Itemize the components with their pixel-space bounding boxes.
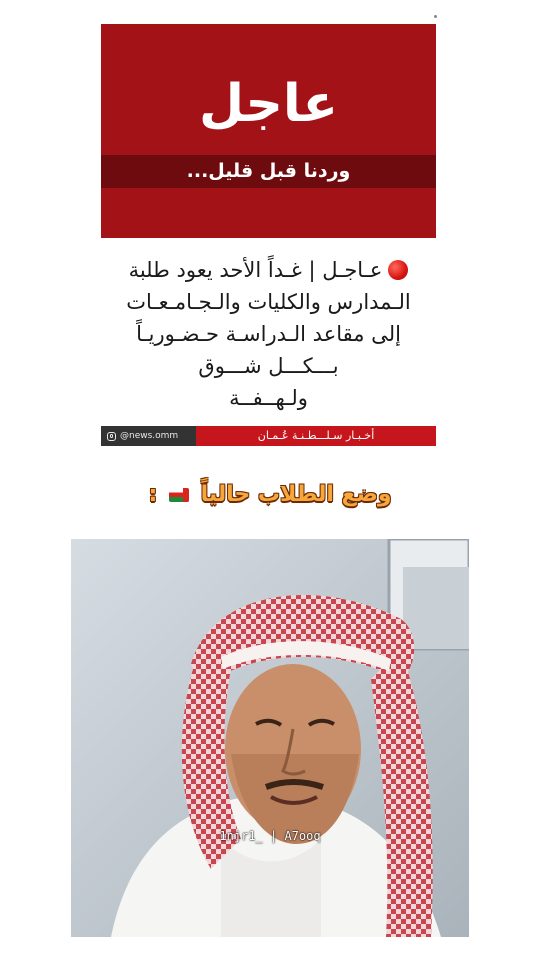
news-footer: @news.omm أخـبـار سـلـــطـنـة عُـمـان (101, 426, 436, 446)
corner-dot (434, 15, 437, 18)
footer-handle: @news.omm (101, 426, 196, 446)
caption: وضع الطلاب حالياً : (0, 478, 540, 512)
news-line-1: عـاجـل | غـداً الأحد يعود طلبة (101, 254, 436, 286)
breaking-banner: عاجل وردنا قبل قليل... (101, 24, 436, 238)
footer-source: أخـبـار سـلـــطـنـة عُـمـان (196, 426, 436, 446)
subtitle-strip: وردنا قبل قليل... (101, 155, 436, 188)
breaking-title: عاجل (199, 74, 338, 134)
instagram-icon (107, 431, 116, 441)
news-body: عـاجـل | غـداً الأحد يعود طلبة الـمدارس … (101, 254, 436, 414)
news-line-4: بـــكـــل شـــوق (198, 354, 339, 378)
reaction-photo: 1njr1_ | A7ooq (71, 539, 469, 937)
reaction-photo-image (71, 539, 469, 937)
caption-suffix: : (148, 482, 158, 507)
oman-flag-icon (168, 488, 189, 502)
breaking-subtitle: وردنا قبل قليل... (186, 160, 351, 182)
red-circle-icon (388, 260, 409, 280)
news-line-5: ولـهــفــة (229, 386, 308, 410)
news-line-3: إلى مقاعد الـدراسـة حـضـوريـاً (136, 322, 401, 346)
watermark: 1njr1_ | A7ooq (219, 829, 321, 843)
news-line-2: الـمدارس والكليات والـجـامـعـات (126, 290, 411, 314)
news-card: عاجل وردنا قبل قليل... عـاجـل | غـداً ال… (101, 24, 436, 448)
footer-handle-text: @news.omm (120, 431, 179, 441)
caption-text: وضع الطلاب حالياً (200, 482, 392, 507)
